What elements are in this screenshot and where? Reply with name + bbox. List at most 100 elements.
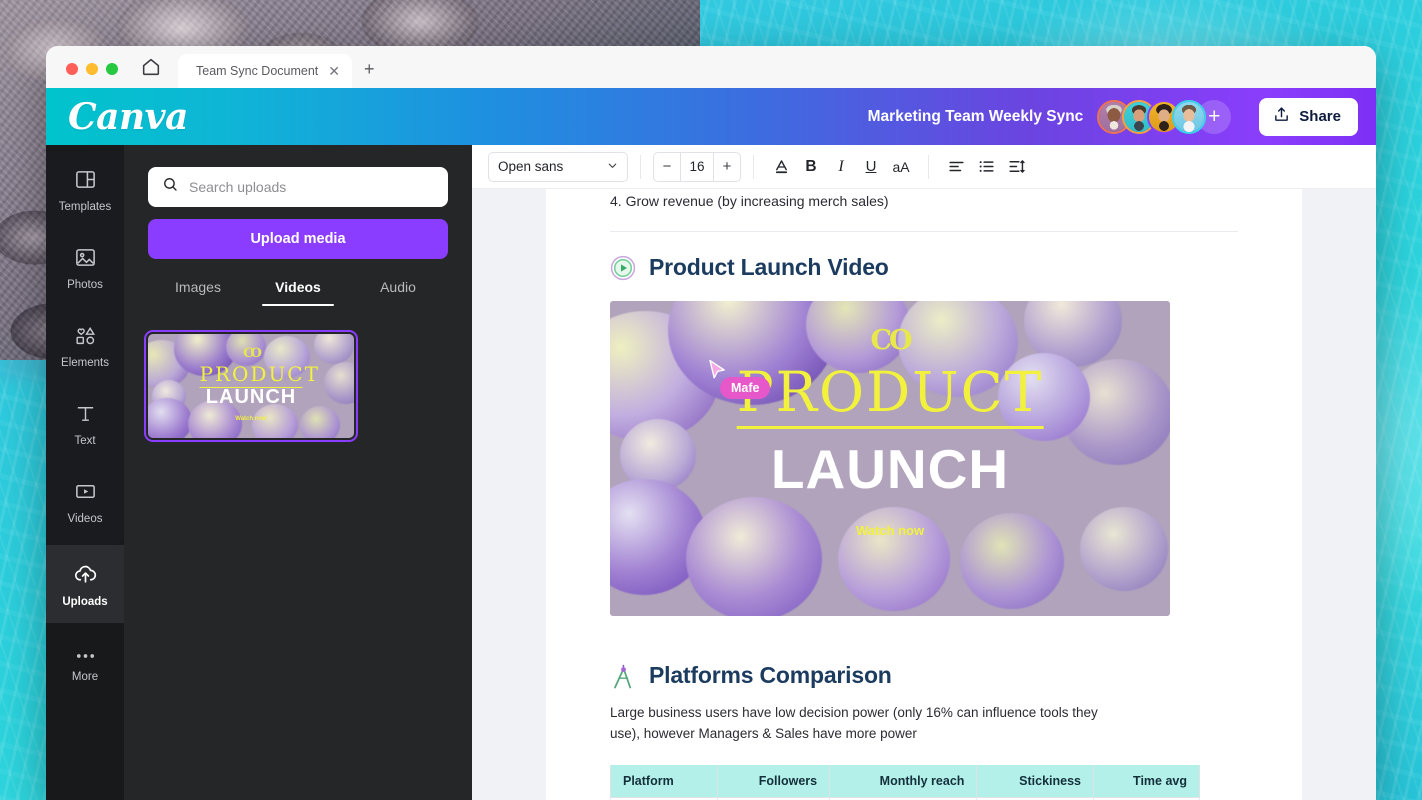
videos-icon xyxy=(74,480,97,506)
line-spacing-icon[interactable] xyxy=(1001,152,1031,182)
font-family-select[interactable]: Open sans xyxy=(488,151,628,182)
artwork-line1: PRODUCT xyxy=(199,362,320,388)
product-launch-artwork: CO PRODUCT LAUNCH Watch now xyxy=(148,334,354,438)
plus-icon[interactable]: + xyxy=(352,60,389,88)
sidebar-item-templates[interactable]: Templates xyxy=(46,151,124,229)
sidebar-item-text[interactable]: Text xyxy=(46,385,124,463)
video-thumbnail[interactable]: CO PRODUCT LAUNCH Watch now xyxy=(144,330,358,442)
comparison-table[interactable]: Platform Followers Monthly reach Stickin… xyxy=(610,764,1201,800)
photos-icon xyxy=(74,246,97,272)
artwork-line1: PRODUCT xyxy=(736,362,1044,430)
tab-images[interactable]: Images xyxy=(148,279,248,306)
column-header-stickiness[interactable]: Stickiness xyxy=(976,764,1094,798)
collaborator-avatars: + xyxy=(1097,99,1232,134)
text-case-button[interactable]: aA xyxy=(886,152,916,182)
bold-button[interactable]: B xyxy=(796,152,826,182)
minimize-window-button[interactable] xyxy=(86,63,98,75)
share-button[interactable]: Share xyxy=(1259,97,1358,136)
browser-tab-title: Team Sync Document xyxy=(196,64,319,78)
text-case-label: aA xyxy=(892,158,910,175)
sidebar-item-label: Uploads xyxy=(62,595,108,608)
templates-icon xyxy=(74,168,97,194)
underline-button[interactable]: U xyxy=(856,152,886,182)
document-page: 4. Grow revenue (by increasing merch sal… xyxy=(546,189,1302,800)
search-icon xyxy=(162,176,179,198)
search-field-wrapper[interactable] xyxy=(148,167,448,207)
sidebar-item-label: Photos xyxy=(67,278,103,291)
document-canvas[interactable]: 4. Grow revenue (by increasing merch sal… xyxy=(472,189,1376,800)
increase-font-size-button[interactable]: + xyxy=(714,158,740,175)
sidebar-item-label: Videos xyxy=(67,512,103,525)
uploads-thumbnail-grid: CO PRODUCT LAUNCH Watch now xyxy=(144,330,448,442)
italic-button[interactable]: I xyxy=(826,152,856,182)
canva-app-header: Canva Marketing Team Weekly Sync + Share xyxy=(46,88,1376,145)
sidebar-item-photos[interactable]: Photos xyxy=(46,229,124,307)
bold-label: B xyxy=(805,157,817,175)
text-color-icon[interactable] xyxy=(766,152,796,182)
avatar[interactable] xyxy=(1172,99,1207,134)
artwork-cta: Watch now xyxy=(855,523,925,538)
artwork-logo: CO xyxy=(870,325,912,356)
compass-icon xyxy=(610,663,636,689)
share-button-label: Share xyxy=(1299,108,1341,125)
product-launch-video-embed[interactable]: CO PRODUCT LAUNCH Watch now Mafe xyxy=(610,301,1170,616)
close-icon[interactable]: ✕ xyxy=(328,64,340,78)
italic-label: I xyxy=(838,157,844,175)
play-circle-icon xyxy=(610,255,636,281)
sidebar-item-label: Text xyxy=(74,434,96,447)
home-icon[interactable] xyxy=(132,56,178,88)
tab-videos[interactable]: Videos xyxy=(248,279,348,306)
sidebar-item-label: Elements xyxy=(61,356,109,369)
column-header-monthly-reach[interactable]: Monthly reach xyxy=(829,764,978,798)
section-paragraph[interactable]: Large business users have low decision p… xyxy=(610,703,1130,745)
close-window-button[interactable] xyxy=(66,63,78,75)
uploads-icon xyxy=(73,561,98,589)
toolbar-divider xyxy=(928,154,929,179)
list-item[interactable]: 4. Grow revenue (by increasing merch sal… xyxy=(610,189,1238,209)
text-toolbar: Open sans − 16 + B I U aA xyxy=(472,145,1376,189)
toolbar-divider xyxy=(753,154,754,179)
text-icon xyxy=(74,402,97,428)
sidebar-item-more[interactable]: More xyxy=(46,628,124,706)
canva-logo[interactable]: Canva xyxy=(68,96,188,138)
section-header-video[interactable]: Product Launch Video xyxy=(610,254,1238,281)
browser-tab-bar: Team Sync Document ✕ + xyxy=(46,46,1376,88)
artwork-line2: LAUNCH xyxy=(205,386,297,408)
browser-tab[interactable]: Team Sync Document ✕ xyxy=(178,54,353,88)
upload-media-button[interactable]: Upload media xyxy=(148,219,448,259)
left-rail: Templates Photos Elements Text Videos Up… xyxy=(46,145,124,800)
section-divider xyxy=(610,231,1238,232)
font-size-stepper: − 16 + xyxy=(653,151,741,182)
document-title[interactable]: Marketing Team Weekly Sync xyxy=(868,108,1084,126)
column-header-platform[interactable]: Platform xyxy=(610,764,719,798)
decrease-font-size-button[interactable]: − xyxy=(654,158,680,175)
search-input[interactable] xyxy=(189,179,434,195)
document-editor: Open sans − 16 + B I U aA 4. Grow revenu… xyxy=(472,145,1376,800)
uploads-panel: Upload media Images Videos Audio xyxy=(124,145,472,800)
bullet-list-icon[interactable] xyxy=(971,152,1001,182)
product-launch-artwork: CO PRODUCT LAUNCH Watch now Mafe xyxy=(610,301,1170,616)
maximize-window-button[interactable] xyxy=(106,63,118,75)
uploads-tabs: Images Videos Audio xyxy=(148,279,448,306)
section-header-platforms[interactable]: Platforms Comparison xyxy=(610,662,1238,689)
font-size-value[interactable]: 16 xyxy=(680,152,714,181)
window-traffic-lights xyxy=(46,63,132,88)
sidebar-item-videos[interactable]: Videos xyxy=(46,463,124,541)
toolbar-divider xyxy=(640,154,641,179)
section-title: Platforms Comparison xyxy=(649,662,892,688)
cursor-label: Mafe xyxy=(720,377,771,399)
comparison-table-wrapper: Platform Followers Monthly reach Stickin… xyxy=(610,745,1238,800)
sidebar-item-uploads[interactable]: Uploads xyxy=(46,545,124,623)
collaborator-cursor: Mafe xyxy=(708,359,771,399)
chevron-down-icon xyxy=(607,159,618,174)
sidebar-item-elements[interactable]: Elements xyxy=(46,307,124,385)
section-title: Product Launch Video xyxy=(649,254,889,280)
sidebar-item-label: Templates xyxy=(58,200,112,213)
artwork-cta: Watch now xyxy=(235,416,267,422)
table-header-row: Platform Followers Monthly reach Stickin… xyxy=(610,764,1201,798)
artwork-logo: CO xyxy=(243,346,262,361)
tab-audio[interactable]: Audio xyxy=(348,279,448,306)
column-header-followers[interactable]: Followers xyxy=(717,764,831,798)
align-left-icon[interactable] xyxy=(941,152,971,182)
column-header-time-avg[interactable]: Time avg xyxy=(1092,764,1201,798)
